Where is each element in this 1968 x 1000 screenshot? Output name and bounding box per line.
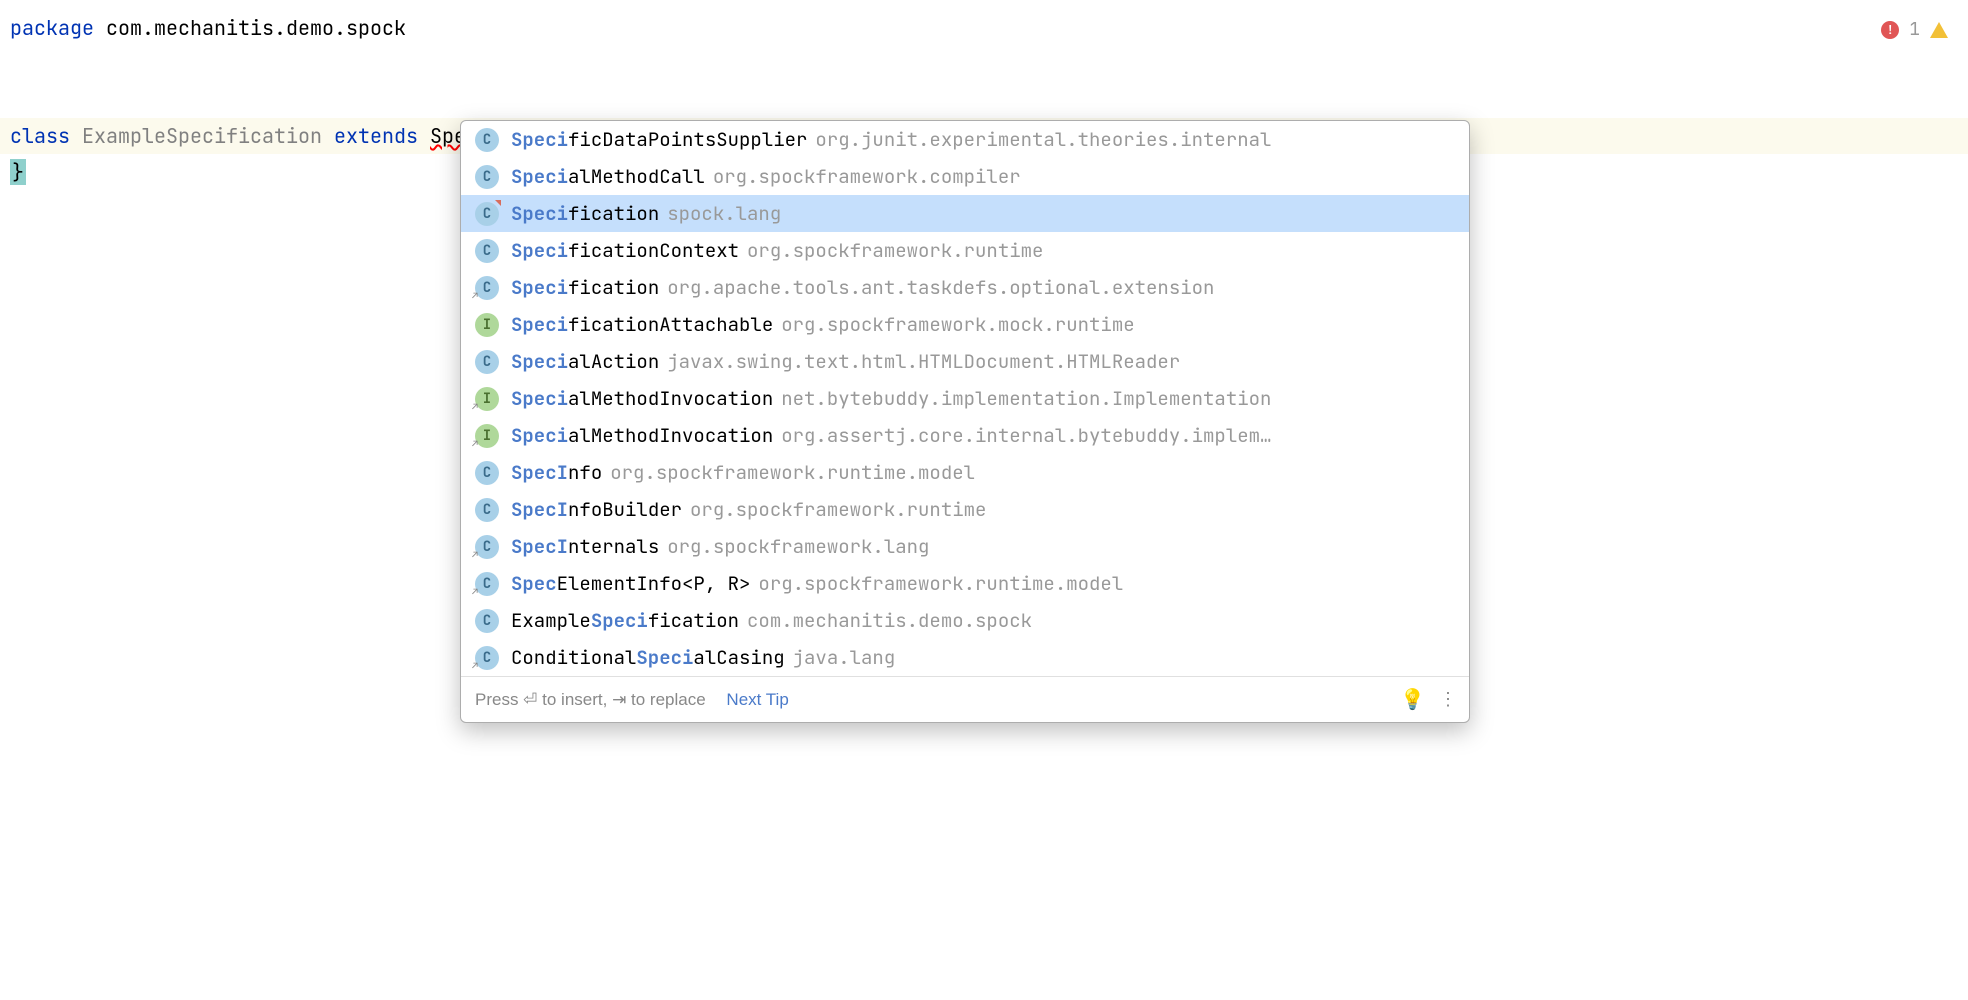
completion-item[interactable]: C SpecialActionjavax.swing.text.html.HTML… [461, 343, 1469, 380]
completion-package: org.spockframework.runtime [747, 238, 1043, 263]
completion-package: org.spockframework.runtime.model [610, 460, 975, 485]
completion-label: SpecInfoBuilderorg.spockframework.runtim… [511, 497, 1455, 522]
completion-label: SpecialActionjavax.swing.text.html.HTMLD… [511, 349, 1455, 374]
class-icon: C↗ [475, 572, 499, 596]
class-icon: C [475, 128, 499, 152]
completion-label: SpecificationContextorg.spockframework.r… [511, 238, 1455, 263]
completion-label: Specificationorg.apache.tools.ant.taskde… [511, 275, 1455, 300]
completion-package: org.spockframework.lang [667, 534, 929, 559]
completion-package: org.spockframework.runtime [690, 497, 986, 522]
keyword-package: package [10, 15, 94, 41]
autocomplete-popup[interactable]: C SpecificDataPointsSupplierorg.junit.exp… [460, 120, 1470, 723]
completion-item[interactable]: C SpecificDataPointsSupplierorg.junit.exp… [461, 121, 1469, 158]
completion-package: org.spockframework.mock.runtime [781, 312, 1134, 337]
completion-label: SpecificDataPointsSupplierorg.junit.expe… [511, 127, 1455, 152]
completion-package: org.spockframework.compiler [713, 164, 1021, 189]
class-icon: C↗ [475, 276, 499, 300]
interface-icon: I [475, 313, 499, 337]
completion-package: spock.lang [667, 201, 781, 226]
class-icon: C [475, 461, 499, 485]
interface-icon: I↗ [475, 424, 499, 448]
class-name: ExampleSpecification [70, 123, 334, 149]
completion-item[interactable]: C SpecInfoBuilderorg.spockframework.runti… [461, 491, 1469, 528]
class-icon: C [475, 498, 499, 522]
completion-label: SpecInfoorg.spockframework.runtime.model [511, 460, 1455, 485]
class-icon: C [475, 165, 499, 189]
footer-hint: Press ⏎ to insert, ⇥ to replace [475, 690, 706, 710]
completion-package: org.junit.experimental.theories.internal [815, 127, 1271, 152]
completion-label: SpecialMethodInvocationnet.bytebuddy.imp… [511, 386, 1455, 411]
completion-item[interactable]: C↗ Specificationorg.apache.tools.ant.task… [461, 269, 1469, 306]
completion-item[interactable]: C SpecialMethodCallorg.spockframework.com… [461, 158, 1469, 195]
completion-label: SpecialMethodInvocationorg.assertj.core.… [511, 423, 1455, 448]
completion-item[interactable]: C SpecInfoorg.spockframework.runtime.mode… [461, 454, 1469, 491]
completion-item[interactable]: C Specificationspock.lang [461, 195, 1469, 232]
completion-item[interactable]: C↗ SpecInternalsorg.spockframework.lang [461, 528, 1469, 565]
keyword-class: class [10, 123, 70, 149]
completion-package: javax.swing.text.html.HTMLDocument.HTMLR… [667, 349, 1180, 374]
completion-package: java.lang [793, 645, 896, 670]
code-line-blank [0, 82, 1968, 118]
bulb-icon[interactable]: 💡 [1400, 687, 1425, 712]
next-tip-link[interactable]: Next Tip [726, 690, 788, 710]
completion-label: ExampleSpecificationcom.mechanitis.demo.… [511, 608, 1455, 633]
package-name: com.mechanitis.demo.spock [94, 15, 406, 41]
completion-item[interactable]: C↗ SpecElementInfo<P, R>org.spockframewor… [461, 565, 1469, 602]
completion-label: SpecificationAttachableorg.spockframewor… [511, 312, 1455, 337]
completion-package: org.spockframework.runtime.model [758, 571, 1123, 596]
class-icon: C [475, 239, 499, 263]
completion-label: Specificationspock.lang [511, 201, 1455, 226]
completion-package: org.apache.tools.ant.taskdefs.optional.e… [667, 275, 1214, 300]
completion-item[interactable]: C↗ ConditionalSpecialCasingjava.lang [461, 639, 1469, 676]
code-line-package: package com.mechanitis.demo.spock [0, 10, 1968, 46]
class-icon: C [475, 202, 499, 226]
completion-package: net.bytebuddy.implementation.Implementat… [781, 386, 1271, 411]
error-icon: ! [1881, 21, 1899, 39]
completion-item[interactable]: I↗ SpecialMethodInvocationnet.bytebuddy.i… [461, 380, 1469, 417]
warning-icon [1930, 22, 1948, 38]
completion-label: SpecElementInfo<P, R>org.spockframework.… [511, 571, 1455, 596]
completion-label: ConditionalSpecialCasingjava.lang [511, 645, 1455, 670]
completion-label: SpecInternalsorg.spockframework.lang [511, 534, 1455, 559]
completion-item[interactable]: C ExampleSpecificationcom.mechanitis.demo… [461, 602, 1469, 639]
completion-list: C SpecificDataPointsSupplierorg.junit.exp… [461, 121, 1469, 676]
error-indicator[interactable]: ! 1 [1881, 18, 1948, 41]
error-count: 1 [1909, 18, 1920, 41]
completion-label: SpecialMethodCallorg.spockframework.comp… [511, 164, 1455, 189]
close-brace: } [10, 159, 26, 185]
completion-item[interactable]: C SpecificationContextorg.spockframework.… [461, 232, 1469, 269]
class-icon: C [475, 350, 499, 374]
more-icon[interactable]: ⋮ [1439, 689, 1455, 710]
completion-package: org.assertj.core.internal.bytebuddy.impl… [781, 423, 1271, 448]
class-icon: C↗ [475, 646, 499, 670]
keyword-extends: extends [334, 123, 418, 149]
interface-icon: I↗ [475, 387, 499, 411]
code-line-blank [0, 46, 1968, 82]
completion-item[interactable]: I SpecificationAttachableorg.spockframewo… [461, 306, 1469, 343]
popup-footer: Press ⏎ to insert, ⇥ to replace Next Tip… [461, 676, 1469, 722]
completion-package: com.mechanitis.demo.spock [747, 608, 1032, 633]
class-icon: C [475, 609, 499, 633]
class-icon: C↗ [475, 535, 499, 559]
completion-item[interactable]: I↗ SpecialMethodInvocationorg.assertj.cor… [461, 417, 1469, 454]
